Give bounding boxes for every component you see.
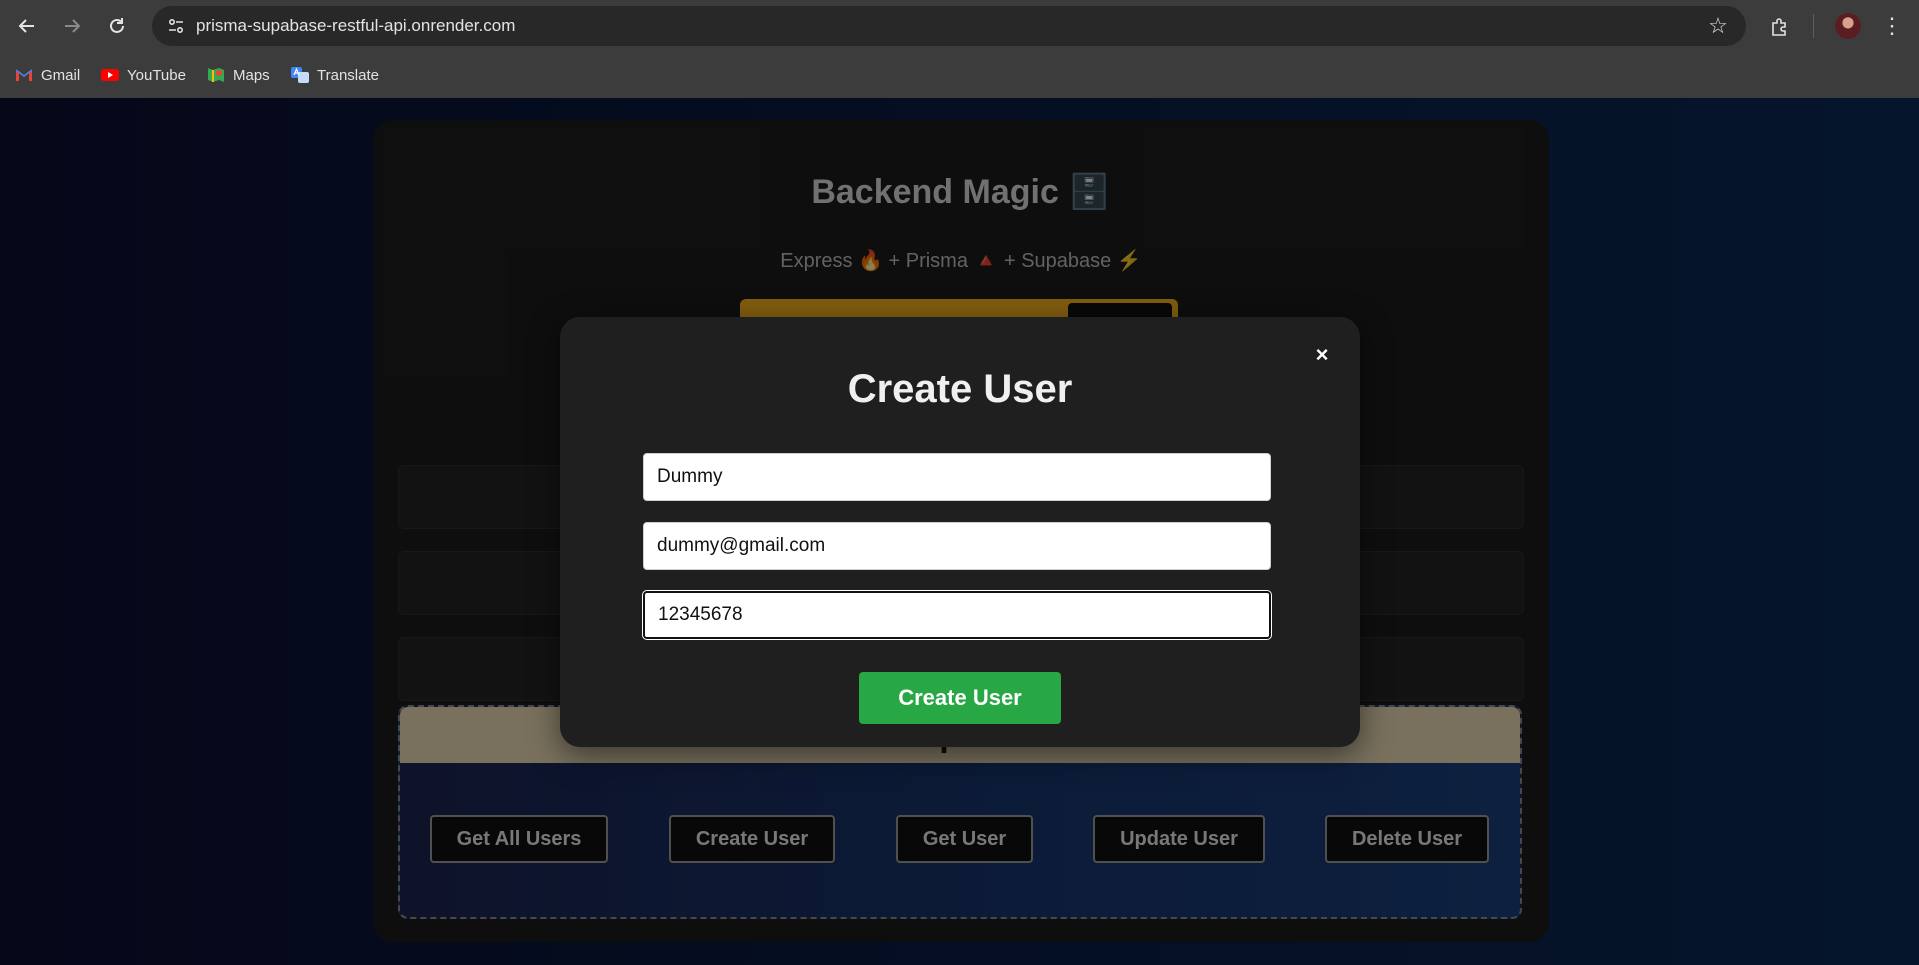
name-input[interactable] <box>643 453 1271 501</box>
profile-avatar[interactable] <box>1835 13 1861 39</box>
toolbar-divider <box>1813 14 1814 38</box>
bookmark-star-icon[interactable]: ☆ <box>1704 12 1732 40</box>
more-menu-icon[interactable]: ⋮ <box>1880 12 1904 40</box>
bookmark-translate[interactable]: Translate <box>291 62 379 88</box>
site-info-icon[interactable] <box>162 12 190 40</box>
puzzle-icon <box>1772 18 1786 36</box>
arrow-right-icon <box>65 19 81 33</box>
bookmark-youtube[interactable]: YouTube <box>101 62 186 88</box>
modal-title: Create User <box>847 367 1073 411</box>
arrow-left-icon <box>18 19 34 33</box>
extensions-button[interactable] <box>1765 12 1795 42</box>
create-user-modal: × Create User Create User <box>560 317 1360 747</box>
password-input[interactable] <box>643 591 1271 639</box>
bookmark-label: Translate <box>317 66 379 84</box>
browser-toolbar: prisma-supabase-restful-api.onrender.com… <box>0 0 1919 52</box>
url-text[interactable]: prisma-supabase-restful-api.onrender.com <box>196 6 515 46</box>
email-input[interactable] <box>643 522 1271 570</box>
youtube-icon <box>101 66 119 84</box>
reload-icon <box>110 18 124 33</box>
maps-icon <box>207 66 225 84</box>
close-icon[interactable]: × <box>1310 343 1334 367</box>
reload-button[interactable] <box>103 12 131 40</box>
forward-button[interactable] <box>58 12 86 40</box>
bookmark-label: Maps <box>233 66 270 84</box>
bookmarks-bar: Gmail YouTube Maps Translate <box>0 52 1919 99</box>
bookmark-label: Gmail <box>41 66 81 84</box>
translate-icon <box>291 66 309 84</box>
address-bar[interactable]: prisma-supabase-restful-api.onrender.com… <box>152 6 1746 46</box>
bookmark-gmail[interactable]: Gmail <box>15 62 80 88</box>
back-button[interactable] <box>13 12 41 40</box>
gmail-icon <box>15 66 33 84</box>
bookmark-maps[interactable]: Maps <box>207 62 270 88</box>
create-user-submit-button[interactable]: Create User <box>859 672 1061 724</box>
bookmark-label: YouTube <box>127 66 186 84</box>
